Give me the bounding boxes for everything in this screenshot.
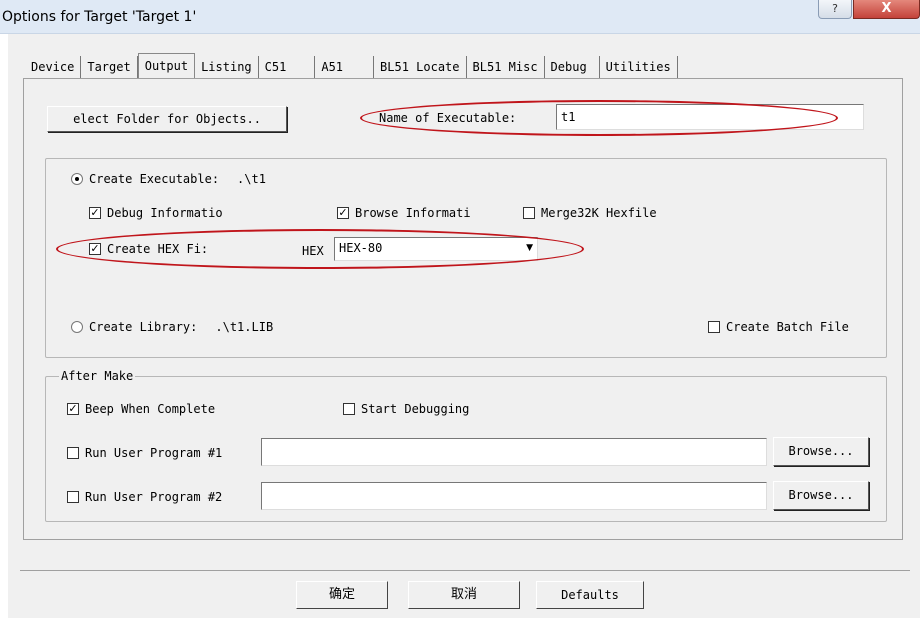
start-debugging-checkbox[interactable]: Start Debugging (343, 402, 469, 416)
create-hex-label: Create HEX Fi: (107, 242, 209, 256)
hex-format-label: HEX (302, 244, 324, 258)
create-executable-label: Create Executable: (89, 172, 220, 186)
browse-button-1[interactable]: Browse... (773, 437, 869, 466)
name-of-executable-input[interactable]: t1 (556, 104, 864, 130)
create-library-label: Create Library: (89, 320, 198, 334)
name-of-executable-label: Name of Executable: (379, 111, 517, 125)
hex-format-select[interactable]: HEX-80 ▼ (334, 237, 538, 261)
window-title: Options for Target 'Target 1' (2, 9, 197, 25)
run-user-program-1-label: Run User Program #1 (85, 446, 223, 460)
empty-checkbox-icon (67, 447, 79, 459)
empty-checkbox-icon (67, 491, 79, 503)
create-executable-radio[interactable]: Create Executable: .\t1 (71, 172, 266, 186)
help-button[interactable]: ? (818, 0, 852, 19)
tab-bl51-misc[interactable]: BL51 Misc (467, 56, 545, 78)
tab-device[interactable]: Device (25, 56, 82, 78)
checkmark-icon: ✓ (337, 206, 349, 219)
checkmark-icon: ✓ (89, 206, 101, 219)
tab-c51[interactable]: C51 (259, 56, 316, 78)
create-library-radio[interactable]: Create Library: .\t1.LIB (71, 320, 273, 334)
after-make-legend: After Make (59, 369, 136, 383)
hex-format-value: HEX-80 (339, 241, 383, 255)
create-executable-path: .\t1 (237, 172, 266, 186)
footer-divider (20, 570, 910, 571)
debug-information-label: Debug Informatio (107, 206, 223, 220)
tab-listing[interactable]: Listing (195, 56, 259, 78)
defaults-button[interactable]: Defaults (536, 581, 644, 609)
tab-utilities[interactable]: Utilities (600, 56, 678, 78)
select-folder-button[interactable]: elect Folder for Objects.. (47, 106, 287, 132)
create-library-path: .\t1.LIB (215, 320, 274, 334)
run-user-program-1-checkbox[interactable]: Run User Program #1 (67, 446, 260, 460)
run-user-program-2-input[interactable] (261, 482, 767, 510)
ok-button[interactable]: 确定 (296, 581, 388, 609)
tab-bl51-locate[interactable]: BL51 Locate (374, 56, 467, 78)
run-user-program-1-input[interactable] (261, 438, 767, 466)
tab-strip: Device Target Output Listing C51 A51 BL5… (25, 52, 678, 79)
cancel-button[interactable]: 取消 (408, 581, 520, 609)
checkmark-icon: ✓ (89, 242, 101, 255)
empty-checkbox-icon (523, 207, 535, 219)
tab-a51[interactable]: A51 (315, 56, 375, 78)
empty-checkbox-icon (708, 321, 720, 333)
browse-information-label: Browse Informati (355, 206, 471, 220)
radio-dot (71, 173, 83, 185)
empty-checkbox-icon (343, 403, 355, 415)
tab-debug[interactable]: Debug (545, 56, 600, 78)
create-batch-file-label: Create Batch File (726, 320, 849, 334)
debug-information-checkbox[interactable]: ✓ Debug Informatio (89, 206, 223, 220)
run-user-program-2-checkbox[interactable]: Run User Program #2 (67, 490, 260, 504)
close-button[interactable]: X (853, 0, 920, 19)
tab-target[interactable]: Target (81, 56, 138, 78)
start-debugging-label: Start Debugging (361, 402, 470, 416)
browse-button-2[interactable]: Browse... (773, 481, 869, 510)
title-bar: Options for Target 'Target 1' ? X (0, 0, 920, 34)
create-batch-file-checkbox[interactable]: Create Batch File (708, 320, 849, 334)
beep-when-complete-label: Beep When Complete (85, 402, 216, 416)
dropdown-arrow-icon[interactable]: ▼ (526, 238, 533, 258)
run-user-program-2-label: Run User Program #2 (85, 490, 223, 504)
tab-output[interactable]: Output (137, 53, 196, 79)
beep-when-complete-checkbox[interactable]: ✓ Beep When Complete (67, 402, 215, 416)
merge32k-label: Merge32K Hexfile (541, 206, 657, 220)
radio-empty (71, 321, 83, 333)
browse-information-checkbox[interactable]: ✓ Browse Informati (337, 206, 471, 220)
checkmark-icon: ✓ (67, 402, 79, 415)
create-hex-checkbox[interactable]: ✓ Create HEX Fi: (89, 242, 208, 256)
merge32k-checkbox[interactable]: Merge32K Hexfile (523, 206, 657, 220)
